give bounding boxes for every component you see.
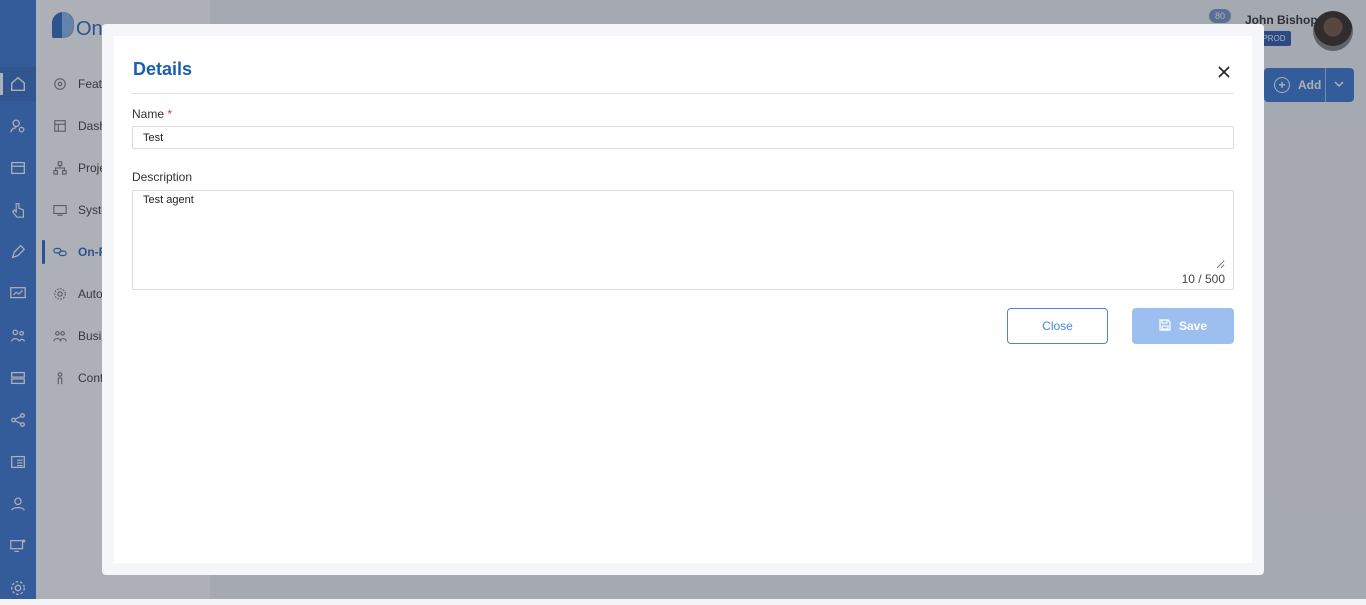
close-button[interactable]: Close [1007,308,1108,344]
description-field-wrapper: Test agent 10 / 500 [132,190,1234,290]
name-field[interactable] [132,126,1234,149]
modal-title: Details [133,59,193,79]
modal-body: Details Name * Description Test agent 10… [114,36,1252,563]
save-button[interactable]: Save [1132,308,1234,344]
name-label-text: Name [132,107,165,121]
character-counter: 10 / 500 [1181,272,1225,286]
details-modal: Details Name * Description Test agent 10… [102,24,1264,575]
required-marker: * [167,107,173,121]
description-label: Description [132,170,193,184]
close-icon[interactable] [1216,64,1232,80]
divider [132,93,1234,94]
name-label: Name * [132,107,172,121]
save-icon [1159,318,1171,334]
save-button-label: Save [1178,319,1208,333]
description-field[interactable]: Test agent [133,191,1225,269]
